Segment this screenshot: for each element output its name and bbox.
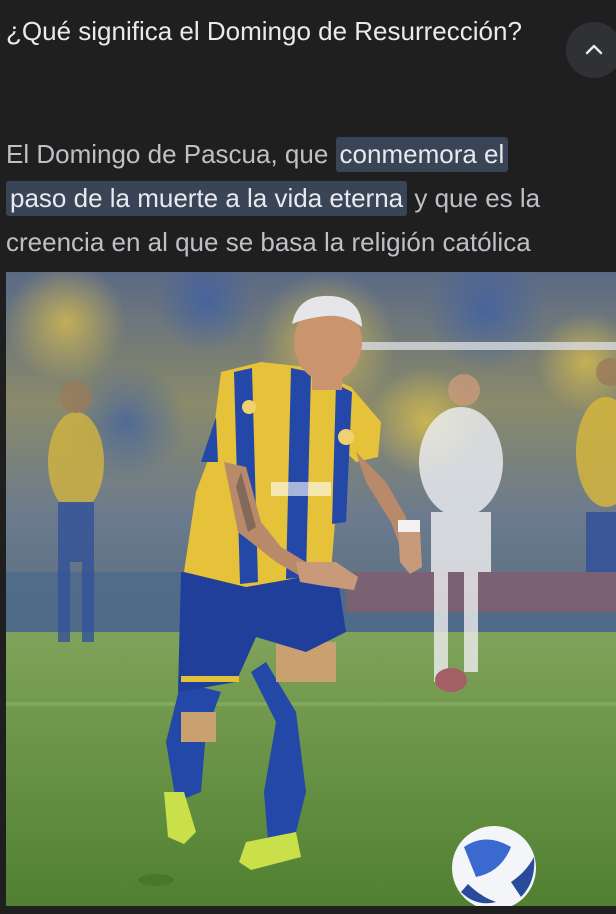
answer-highlight: conmemora el: [335, 137, 509, 172]
collapse-button[interactable]: [566, 22, 616, 78]
next-result-edge: [0, 906, 616, 914]
question-title[interactable]: ¿Qué significa el Domingo de Resurrecció…: [6, 14, 526, 48]
answer-snippet: El Domingo de Pascua, que conmemora el p…: [6, 132, 616, 264]
football-photo: [6, 272, 616, 914]
chevron-up-icon: [585, 44, 603, 55]
result-header: ¿Qué significa el Domingo de Resurrecció…: [0, 0, 616, 100]
answer-text: y que es la: [407, 183, 541, 213]
answer-line-2: paso de la muerte a la vida eterna y que…: [6, 176, 616, 220]
result-image[interactable]: [6, 272, 616, 914]
answer-text: creencia en al que se basa la religión c…: [6, 227, 531, 257]
answer-line-1: El Domingo de Pascua, que conmemora el: [6, 132, 616, 176]
answer-text: El Domingo de Pascua, que: [6, 139, 336, 169]
answer-highlight: paso de la muerte a la vida eterna: [6, 181, 408, 216]
answer-line-3: creencia en al que se basa la religión c…: [6, 220, 616, 264]
